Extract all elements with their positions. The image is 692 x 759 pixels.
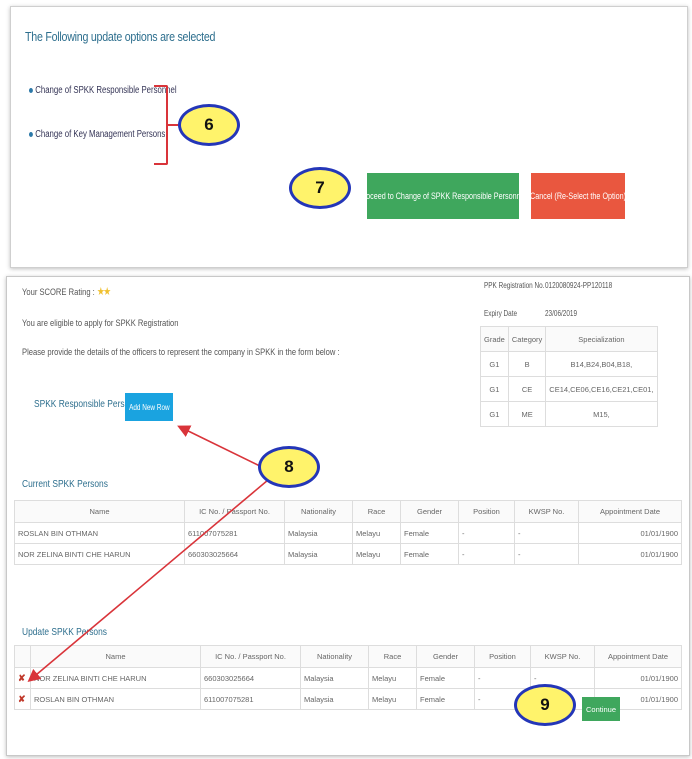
ic-cell: 611007075281 <box>200 688 301 710</box>
category-cell: ME <box>507 401 547 427</box>
table-row: G1 CE CE14,CE06,CE16,CE21,CE01, <box>480 376 658 402</box>
position-cell: - <box>458 522 515 544</box>
grade-cell: G1 <box>480 376 509 402</box>
category-cell: CE <box>507 376 547 402</box>
nationality-header: Nationality <box>284 500 353 523</box>
name-header: Name <box>30 645 201 668</box>
appointment-date-header: Appointment Date <box>578 500 682 523</box>
delete-header <box>14 645 31 668</box>
position-cell: - <box>474 667 531 689</box>
appointment-date-cell: 01/01/1900 <box>578 543 682 565</box>
ic-header: IC No. / Passport No. <box>184 500 285 523</box>
kwsp-header: KWSP No. <box>530 645 595 668</box>
callout-8: 8 <box>258 446 320 488</box>
add-new-row-button[interactable]: Add New Row <box>125 393 173 421</box>
category-cell: B <box>507 351 547 377</box>
instruction-text: Please provide the details of the office… <box>22 347 340 358</box>
grade-cell: G1 <box>480 351 509 377</box>
nationality-header: Nationality <box>300 645 369 668</box>
option-change-key-management: Change of Key Management Persons <box>29 129 165 140</box>
name-cell: ROSLAN BIN OTHMAN <box>30 688 201 710</box>
table-row: ✘ NOR ZELINA BINTI CHE HARUN 66030302566… <box>14 667 682 689</box>
ppk-registration-value: 0120080924-PP120118 <box>545 281 613 290</box>
name-header: Name <box>14 500 185 523</box>
gender-cell: Female <box>400 522 459 544</box>
ppk-registration-label: PPK Registration No. <box>484 281 545 290</box>
race-cell: Melayu <box>368 667 417 689</box>
gender-header: Gender <box>400 500 459 523</box>
expiry-date-label: Expiry Date <box>484 309 518 318</box>
nationality-cell: Malaysia <box>284 522 353 544</box>
appointment-date-cell: 01/01/1900 <box>594 667 682 689</box>
ic-cell: 611007075281 <box>184 522 285 544</box>
callout-6: 6 <box>178 104 240 146</box>
appointment-date-cell: 01/01/1900 <box>578 522 682 544</box>
delete-row-icon[interactable]: ✘ <box>14 667 31 689</box>
name-cell: NOR ZELINA BINTI CHE HARUN <box>30 667 201 689</box>
ic-cell: 660303025664 <box>184 543 285 565</box>
race-header: Race <box>352 500 401 523</box>
proceed-button[interactable]: Proceed to Change of SPKK Responsible Pe… <box>359 173 527 219</box>
position-header: Position <box>474 645 531 668</box>
position-header: Position <box>458 500 515 523</box>
table-row: ROSLAN BIN OTHMAN 611007075281 Malaysia … <box>14 522 682 544</box>
score-label: Your SCORE Rating : <box>22 287 95 298</box>
annotation-bracket-tick <box>166 124 178 126</box>
race-cell: Melayu <box>352 522 401 544</box>
continue-button[interactable]: Continue <box>582 697 620 721</box>
selected-options-title: The Following update options are selecte… <box>25 29 216 44</box>
specialization-cell: CE14,CE06,CE16,CE21,CE01, <box>545 376 658 402</box>
specialization-cell: B14,B24,B04,B18, <box>545 351 658 377</box>
expiry-date-value: 23/06/2019 <box>545 309 578 318</box>
responsible-persons-label: SPKK Responsible Persons <box>34 398 139 410</box>
eligible-text: You are eligible to apply for SPKK Regis… <box>22 318 179 329</box>
category-header: Category <box>507 326 547 352</box>
race-header: Race <box>368 645 417 668</box>
current-persons-title: Current SPKK Persons <box>22 478 108 490</box>
nationality-cell: Malaysia <box>284 543 353 565</box>
grade-header: Grade <box>480 326 509 352</box>
name-cell: ROSLAN BIN OTHMAN <box>14 522 185 544</box>
delete-row-icon[interactable]: ✘ <box>14 688 31 710</box>
ic-cell: 660303025664 <box>200 667 301 689</box>
selected-options-panel: The Following update options are selecte… <box>10 6 688 268</box>
name-cell: NOR ZELINA BINTI CHE HARUN <box>14 543 185 565</box>
kwsp-cell: - <box>514 522 579 544</box>
gender-cell: Female <box>400 543 459 565</box>
grade-category-table: Grade Category Specialization G1 B B14,B… <box>480 326 658 427</box>
callout-9: 9 <box>514 684 576 726</box>
nationality-cell: Malaysia <box>300 667 369 689</box>
ic-header: IC No. / Passport No. <box>200 645 301 668</box>
specialization-header: Specialization <box>545 326 658 352</box>
position-cell: - <box>458 543 515 565</box>
cancel-reselect-button[interactable]: Cancel (Re-Select the Option) <box>530 173 626 219</box>
update-persons-title: Update SPKK Persons <box>22 626 107 638</box>
nationality-cell: Malaysia <box>300 688 369 710</box>
gender-cell: Female <box>416 688 475 710</box>
score-rating-row: Your SCORE Rating : ★★ <box>22 285 111 298</box>
race-cell: Melayu <box>368 688 417 710</box>
grade-cell: G1 <box>480 401 509 427</box>
gender-header: Gender <box>416 645 475 668</box>
gender-cell: Female <box>416 667 475 689</box>
kwsp-header: KWSP No. <box>514 500 579 523</box>
current-persons-table: Name IC No. / Passport No. Nationality R… <box>14 500 682 565</box>
callout-7: 7 <box>289 167 351 209</box>
table-row: G1 ME M15, <box>480 401 658 427</box>
kwsp-cell: - <box>514 543 579 565</box>
appointment-date-header: Appointment Date <box>594 645 682 668</box>
star-rating-icon: ★★ <box>96 286 111 298</box>
race-cell: Melayu <box>352 543 401 565</box>
table-row: NOR ZELINA BINTI CHE HARUN 660303025664 … <box>14 543 682 565</box>
table-row: G1 B B14,B24,B04,B18, <box>480 351 658 377</box>
specialization-cell: M15, <box>545 401 658 427</box>
